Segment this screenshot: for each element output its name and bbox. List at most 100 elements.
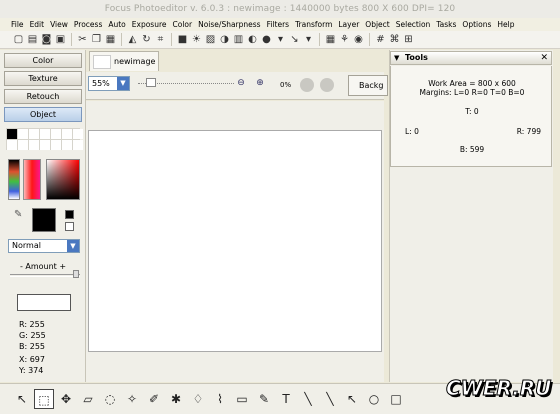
hue-strip[interactable] [23,159,41,200]
flip-icon[interactable]: ◭ [126,33,139,46]
circle-icon[interactable]: ○ [364,389,384,409]
levels-icon[interactable]: ■ [176,33,189,46]
move-icon[interactable]: ✥ [56,389,76,409]
magic-wand-icon[interactable]: ✧ [122,389,142,409]
swatch[interactable] [62,129,72,139]
foreground-color[interactable] [32,208,56,232]
eyedropper-icon[interactable]: ✎ [14,209,22,220]
tab-retouch[interactable]: Retouch [4,89,82,104]
blend-mode-select[interactable]: Normal ▼ [8,239,80,253]
menu-item-transform[interactable]: Transform [292,20,335,29]
new-icon[interactable]: ▢ [12,33,25,46]
copy-icon[interactable]: ❐ [90,33,103,46]
contrast-icon[interactable]: ◑ [218,33,231,46]
lasso-icon[interactable]: ◌ [100,389,120,409]
line-icon[interactable]: ╲ [298,389,318,409]
tab-object[interactable]: Object [4,107,82,122]
dropdown-icon[interactable]: ▾ [274,33,287,46]
chevron-down-icon[interactable]: ▼ [117,77,129,90]
swatch[interactable] [73,140,83,150]
pointer-icon[interactable]: ↖ [12,389,32,409]
image-icon[interactable]: ▨ [204,33,217,46]
dropper-icon[interactable]: ✎ [254,389,274,409]
swatch[interactable] [18,140,28,150]
cut-icon[interactable]: ✂ [76,33,89,46]
swatch[interactable] [7,140,17,150]
brush-icon[interactable]: ✐ [144,389,164,409]
foreground-swatch[interactable] [65,210,74,219]
menu-item-help[interactable]: Help [494,20,517,29]
pattern-icon[interactable]: ⊞ [402,33,415,46]
swatch[interactable] [29,129,39,139]
menu-item-auto[interactable]: Auto [105,20,128,29]
menu-item-noise-sharpness[interactable]: Noise/Sharpness [195,20,263,29]
menu-item-selection[interactable]: Selection [393,20,434,29]
text-icon[interactable]: T [276,389,296,409]
effects-icon[interactable]: ● [260,33,273,46]
menu-item-process[interactable]: Process [71,20,105,29]
tab-texture[interactable]: Texture [4,71,82,86]
smudge-icon[interactable]: ⌇ [210,389,230,409]
background-button[interactable]: Backg [348,75,388,96]
arrow-icon[interactable]: ↖ [342,389,362,409]
menu-item-color[interactable]: Color [170,20,196,29]
background-swatch[interactable] [65,222,74,231]
menu-item-object[interactable]: Object [362,20,392,29]
close-icon[interactable]: ✕ [540,52,548,64]
menu-item-options[interactable]: Options [459,20,494,29]
palette-strip[interactable] [8,159,20,200]
color-wheel-icon[interactable]: ◉ [352,33,365,46]
tool-select-icon[interactable]: ↘ [288,33,301,46]
menu-item-layer[interactable]: Layer [335,20,362,29]
open-icon[interactable]: ▤ [26,33,39,46]
crop-icon[interactable]: ⌗ [154,33,167,46]
transform-icon[interactable]: ⌘ [388,33,401,46]
swatch[interactable] [7,129,17,139]
amount-slider[interactable] [10,274,80,277]
zoom-in-icon[interactable]: ⊕ [254,78,266,90]
menu-item-exposure[interactable]: Exposure [129,20,170,29]
swatch[interactable] [18,129,28,139]
image-canvas[interactable] [88,130,382,352]
rect-icon[interactable]: □ [386,389,406,409]
document-tab[interactable]: newimage [89,51,159,71]
grid-icon[interactable]: # [374,33,387,46]
eraser-icon[interactable]: ▱ [78,389,98,409]
brightness-icon[interactable]: ☀ [190,33,203,46]
redo-icon[interactable] [320,78,334,92]
zoom-select[interactable]: 55% ▼ [88,76,130,91]
color-balance-icon[interactable]: ◐ [246,33,259,46]
stamp-icon[interactable]: ▦ [324,33,337,46]
swatch[interactable] [73,129,83,139]
print-icon[interactable]: ▣ [54,33,67,46]
menu-item-edit[interactable]: Edit [27,20,48,29]
save-icon[interactable]: ◙ [40,33,53,46]
menu-item-filters[interactable]: Filters [264,20,292,29]
menu-item-tasks[interactable]: Tasks [433,20,459,29]
histogram-icon[interactable]: ▥ [232,33,245,46]
swatch[interactable] [40,129,50,139]
zoom-out-icon[interactable]: ⊖ [235,78,247,90]
freeform-icon[interactable]: ♢ [188,389,208,409]
swatch[interactable] [51,129,61,139]
amount-slider-thumb[interactable] [73,270,79,278]
tab-color[interactable]: Color [4,53,82,68]
batch-icon[interactable]: ⚘ [338,33,351,46]
swatch[interactable] [51,140,61,150]
select-icon[interactable]: ⬚ [34,389,54,409]
swatch[interactable] [29,140,39,150]
clone-icon[interactable]: ✱ [166,389,186,409]
menu-item-file[interactable]: File [8,20,27,29]
swatch[interactable] [40,140,50,150]
undo-icon[interactable] [300,78,314,92]
menu-item-view[interactable]: View [47,20,71,29]
line2-icon[interactable]: ╲ [320,389,340,409]
chevron-down-icon[interactable]: ▼ [67,240,79,252]
rect-select-icon[interactable]: ▭ [232,389,252,409]
paste-icon[interactable]: ▦ [104,33,117,46]
dropdown-icon[interactable]: ▾ [302,33,315,46]
swatch[interactable] [62,140,72,150]
rotate-icon[interactable]: ↻ [140,33,153,46]
saturation-box[interactable] [46,159,80,200]
chevron-down-icon[interactable]: ▼ [394,52,399,64]
